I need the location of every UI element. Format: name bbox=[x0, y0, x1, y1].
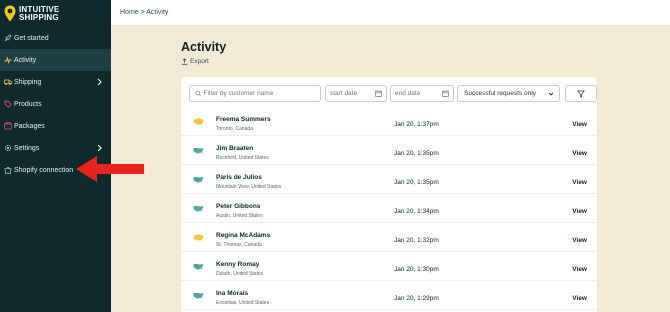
start-date-field[interactable] bbox=[325, 85, 387, 102]
view-link[interactable]: View bbox=[572, 121, 587, 128]
view-link[interactable]: View bbox=[572, 295, 587, 302]
annotation-arrow-icon bbox=[76, 156, 144, 182]
table-row[interactable]: Peter Gibbons Austin, United States Jan … bbox=[181, 194, 597, 223]
request-time: Jan 20, 1:35pm bbox=[394, 150, 439, 157]
view-link[interactable]: View bbox=[572, 150, 587, 157]
chevron-down-icon bbox=[548, 92, 554, 96]
rocket-icon bbox=[4, 34, 12, 42]
customer-name: Jim Braaten bbox=[216, 145, 254, 152]
sidebar-item-packages[interactable]: Packages bbox=[0, 115, 111, 137]
table-row[interactable]: Paris de Julios Mountain View, United St… bbox=[181, 165, 597, 194]
calendar-icon[interactable] bbox=[375, 90, 382, 97]
chevron-right-icon bbox=[97, 144, 102, 152]
request-time: Jan 20, 1:34pm bbox=[394, 208, 439, 215]
brand-name: INTUITIVE SHIPPING bbox=[19, 5, 59, 22]
canada-map-icon bbox=[193, 234, 204, 241]
gear-icon bbox=[4, 144, 12, 152]
export-button[interactable]: Export bbox=[181, 58, 209, 65]
usa-map-icon bbox=[193, 177, 204, 183]
top-bar: Home > Activity bbox=[111, 0, 670, 26]
usa-map-icon bbox=[193, 206, 204, 212]
breadcrumb[interactable]: Home > Activity bbox=[120, 9, 168, 16]
request-time: Jan 20, 1:30pm bbox=[394, 266, 439, 273]
export-label: Export bbox=[190, 58, 209, 65]
customer-name: Peter Gibbons bbox=[216, 203, 261, 210]
calendar-icon[interactable] bbox=[442, 90, 449, 97]
sidebar-item-activity[interactable]: Activity bbox=[0, 49, 111, 71]
customer-location: St. Thomas, Canada bbox=[216, 242, 262, 248]
customer-name: Freema Summers bbox=[216, 116, 271, 123]
sidebar-item-get-started[interactable]: Get started bbox=[0, 27, 111, 49]
table-row[interactable]: Jim Braaten Rockford, United States Jan … bbox=[181, 136, 597, 165]
activity-card: Successful requests only Freema Summers … bbox=[181, 77, 597, 312]
table-row[interactable]: Regina McAdams St. Thomas, Canada Jan 20… bbox=[181, 223, 597, 252]
filter-button[interactable] bbox=[565, 85, 597, 102]
tag-icon bbox=[4, 100, 12, 108]
upload-icon bbox=[181, 58, 188, 65]
request-time: Jan 20, 1:37pm bbox=[394, 121, 439, 128]
customer-name: Regina McAdams bbox=[216, 232, 271, 239]
sidebar-item-label: Shipping bbox=[14, 78, 42, 86]
request-time: Jan 20, 1:35pm bbox=[394, 179, 439, 186]
canada-map-icon bbox=[193, 118, 204, 125]
customer-name: Kenny Romay bbox=[216, 261, 260, 268]
logo[interactable]: INTUITIVE SHIPPING bbox=[4, 5, 59, 22]
view-link[interactable]: View bbox=[572, 266, 587, 273]
customer-location: Encinitas, United States bbox=[216, 300, 270, 306]
table-row[interactable]: Ina Morais Encinitas, United States Jan … bbox=[181, 281, 597, 310]
usa-map-icon bbox=[193, 148, 204, 154]
status-select-value: Successful requests only bbox=[464, 90, 536, 97]
customer-name: Paris de Julios bbox=[216, 174, 262, 181]
request-time: Jan 20, 1:29pm bbox=[394, 295, 439, 302]
filter-icon bbox=[577, 90, 585, 98]
sidebar-item-label: Settings bbox=[14, 144, 40, 152]
customer-location: Duluth, United States bbox=[216, 271, 264, 277]
usa-map-icon bbox=[193, 293, 204, 299]
page-title: Activity bbox=[181, 40, 227, 54]
sidebar-item-label: Activity bbox=[14, 56, 37, 64]
search-input[interactable] bbox=[201, 90, 320, 97]
search-icon bbox=[195, 90, 202, 97]
activity-list: Freema Summers Toronto, Canada Jan 20, 1… bbox=[181, 107, 597, 310]
search-field[interactable] bbox=[189, 85, 321, 102]
usa-map-icon bbox=[193, 264, 204, 270]
bag-icon bbox=[4, 166, 12, 174]
sidebar-item-label: Shopify connection bbox=[14, 166, 74, 174]
customer-location: Austin, United States bbox=[216, 213, 263, 219]
brand-line-2: SHIPPING bbox=[19, 12, 59, 22]
table-row[interactable]: Freema Summers Toronto, Canada Jan 20, 1… bbox=[181, 107, 597, 136]
status-select[interactable]: Successful requests only bbox=[457, 85, 560, 102]
sidebar-item-label: Packages bbox=[14, 122, 45, 130]
activity-icon bbox=[4, 56, 12, 64]
location-pin-icon bbox=[4, 5, 16, 22]
view-link[interactable]: View bbox=[572, 179, 587, 186]
customer-name: Ina Morais bbox=[216, 290, 249, 297]
request-time: Jan 20, 1:32pm bbox=[394, 237, 439, 244]
view-link[interactable]: View bbox=[572, 237, 587, 244]
customer-location: Rockford, United States bbox=[216, 155, 269, 161]
customer-location: Toronto, Canada bbox=[216, 126, 253, 132]
sidebar-item-shipping[interactable]: Shipping bbox=[0, 71, 111, 93]
truck-icon bbox=[4, 78, 12, 86]
sidebar-item-label: Products bbox=[14, 100, 42, 108]
chevron-right-icon bbox=[97, 78, 102, 86]
customer-location: Mountain View, United States bbox=[216, 184, 282, 190]
sidebar-item-label: Get started bbox=[14, 34, 49, 42]
table-row[interactable]: Kenny Romay Duluth, United States Jan 20… bbox=[181, 252, 597, 281]
box-icon bbox=[4, 122, 12, 130]
end-date-field[interactable] bbox=[390, 85, 454, 102]
sidebar-item-products[interactable]: Products bbox=[0, 93, 111, 115]
view-link[interactable]: View bbox=[572, 208, 587, 215]
